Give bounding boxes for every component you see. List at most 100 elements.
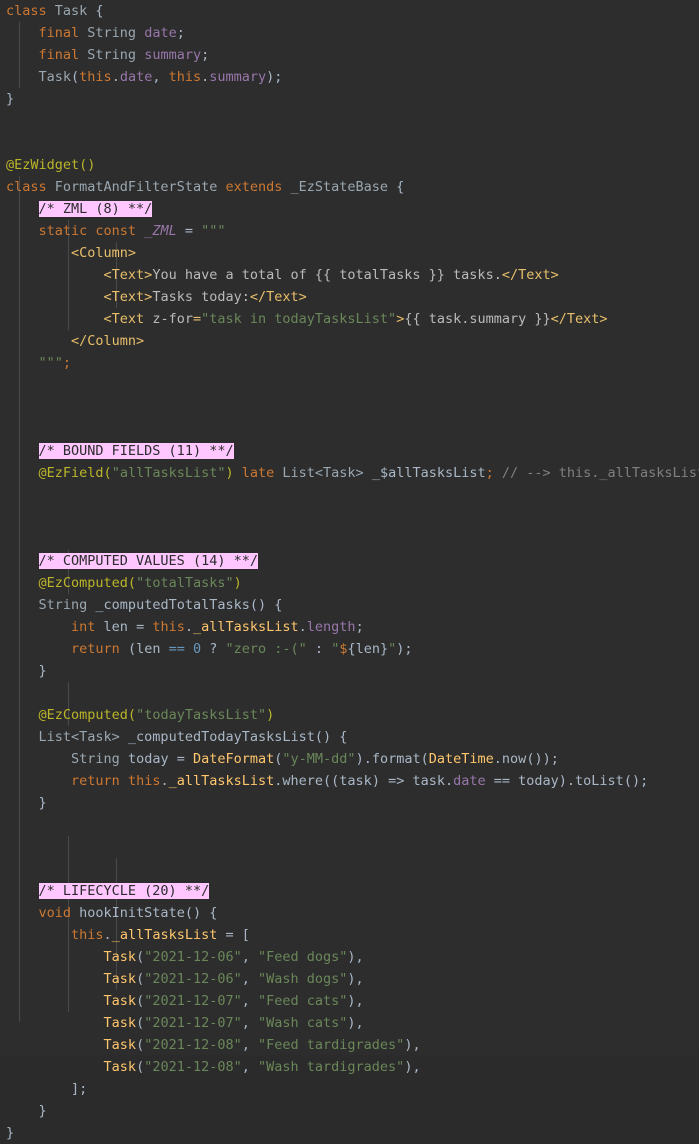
token-punct: ) — [225, 465, 234, 481]
token-comment: // --> this._allTasksList — [493, 465, 699, 481]
code-line: int len = this._allTasksList.length; — [0, 616, 699, 638]
code-line: class Task { — [0, 0, 699, 22]
token-punct: , — [241, 993, 259, 1009]
code-line: @EzWidget() — [0, 154, 699, 176]
token-string-date: "2021-12-06" — [144, 949, 242, 965]
token-brace: } — [38, 795, 47, 811]
token-punct: . — [444, 773, 454, 789]
token-method: now — [501, 751, 527, 767]
code-line: } — [0, 660, 699, 682]
token-property: length — [306, 619, 356, 635]
code-line: <Text z-for="task in todayTasksList">{{ … — [0, 308, 699, 330]
token-punct: , — [241, 1037, 259, 1053]
token-method-name: hookInitState — [71, 905, 185, 921]
token-keyword: this — [119, 773, 161, 789]
token-keyword: final — [38, 47, 80, 63]
code-line: Task("2021-12-08", "Wash tardigrades"), — [0, 1056, 699, 1078]
code-line: /* LIFECYCLE (20) **/ — [0, 880, 699, 902]
token-string-summary: "Feed tardigrades" — [258, 1037, 405, 1053]
token-punct: ), — [347, 971, 364, 987]
code-line: Task("2021-12-06", "Feed dogs"), — [0, 946, 699, 968]
token-keyword: class — [6, 179, 47, 195]
token-field: _$allTasksList — [363, 465, 486, 481]
section-header-zml: /* ZML (8) **/ — [38, 201, 153, 217]
token-field: _allTasksList — [111, 927, 218, 943]
token-expr: ((task) => task — [323, 773, 445, 789]
token-punct: ( — [136, 1037, 145, 1053]
token-keyword: static — [38, 223, 88, 239]
token-punct: ). — [558, 773, 576, 789]
token-brace: { — [95, 3, 104, 19]
token-punct: (); — [623, 773, 649, 789]
token-string-summary: "Wash dogs" — [258, 971, 348, 987]
code-line: this._allTasksList = [ — [0, 924, 699, 946]
code-line: Task(this.date, this.summary); — [0, 66, 699, 88]
token-operator: == — [485, 773, 519, 789]
section-header-bound-fields: /* BOUND FIELDS (11) **/ — [38, 443, 234, 459]
token-expr: (len — [119, 641, 169, 657]
token-punct: ; — [62, 355, 72, 371]
token-punct: ( — [136, 1059, 145, 1075]
code-line: Task("2021-12-08", "Feed tardigrades"), — [0, 1034, 699, 1056]
token-string: "totalTasks" — [136, 575, 234, 591]
token-punct: ( — [127, 575, 137, 591]
code-line: /* ZML (8) **/ — [0, 198, 699, 220]
token-type: List<Task> — [38, 729, 120, 745]
token-class: DateTime — [428, 751, 494, 767]
token-punct: . — [103, 927, 112, 943]
code-editor[interactable]: class Task { final String date; final St… — [0, 0, 699, 1141]
token-string-summary: "Feed cats" — [258, 993, 348, 1009]
code-line: <Text>You have a total of {{ totalTasks … — [0, 264, 699, 286]
token-constructor: Task — [103, 1015, 137, 1031]
token-annotation: @EzField — [38, 465, 104, 481]
token-xml-text: {{ task.summary }} — [404, 311, 551, 327]
token-string-date: "2021-12-08" — [144, 1037, 242, 1053]
code-line: } — [0, 1100, 699, 1122]
token-brace: { — [347, 641, 356, 657]
token-punct: . — [184, 619, 193, 635]
token-punct: , — [241, 949, 259, 965]
token-brace: { — [274, 597, 283, 613]
token-keyword: late — [233, 465, 283, 481]
token-punct: ( — [136, 1015, 145, 1031]
token-number: 0 — [192, 641, 202, 657]
token-punct: = — [217, 927, 242, 943]
token-constructor: Task — [103, 1037, 137, 1053]
token-brace: { — [209, 905, 218, 921]
token-method-name: _computedTodayTasksList — [119, 729, 315, 745]
code-line: return (len == 0 ? "zero :-(" : "${len}"… — [0, 638, 699, 660]
code-line: @EzField("allTasksList") late List<Task>… — [0, 462, 699, 484]
token-keyword: this — [152, 619, 185, 635]
code-line: /* BOUND FIELDS (11) **/ — [0, 440, 699, 462]
token-variable: today — [119, 751, 177, 767]
token-field: _allTasksList — [168, 773, 275, 789]
token-punct: ( — [127, 707, 137, 723]
token-string-date: "2021-12-07" — [144, 1015, 242, 1031]
token-punct: ); — [266, 69, 283, 85]
token-keyword: const — [87, 223, 145, 239]
token-type: String — [79, 47, 145, 63]
token-punct: = — [176, 223, 202, 239]
token-string-summary: "Wash tardigrades" — [258, 1059, 405, 1075]
token-annotation: @EzWidget() — [6, 157, 96, 173]
token-punct: , — [241, 971, 259, 987]
token-punct: . — [298, 619, 307, 635]
token-punct: ; — [485, 465, 494, 481]
token-punct: ) — [233, 575, 242, 591]
token-punct: ( — [136, 949, 145, 965]
token-xml-tag: <Text> — [103, 289, 153, 305]
token-punct: () — [249, 597, 275, 613]
token-punct: ? — [201, 641, 226, 657]
token-keyword: int — [71, 619, 96, 635]
section-header-computed-values: /* COMPUTED VALUES (14) **/ — [38, 553, 258, 569]
code-line: return this._allTasksList.where((task) =… — [0, 770, 699, 792]
token-keyword: return — [71, 641, 120, 657]
token-string: """ — [201, 223, 226, 239]
token-constructor: Task — [103, 971, 137, 987]
section-header-lifecycle: /* LIFECYCLE (20) **/ — [38, 883, 210, 899]
token-constructor: Task — [103, 1059, 137, 1075]
